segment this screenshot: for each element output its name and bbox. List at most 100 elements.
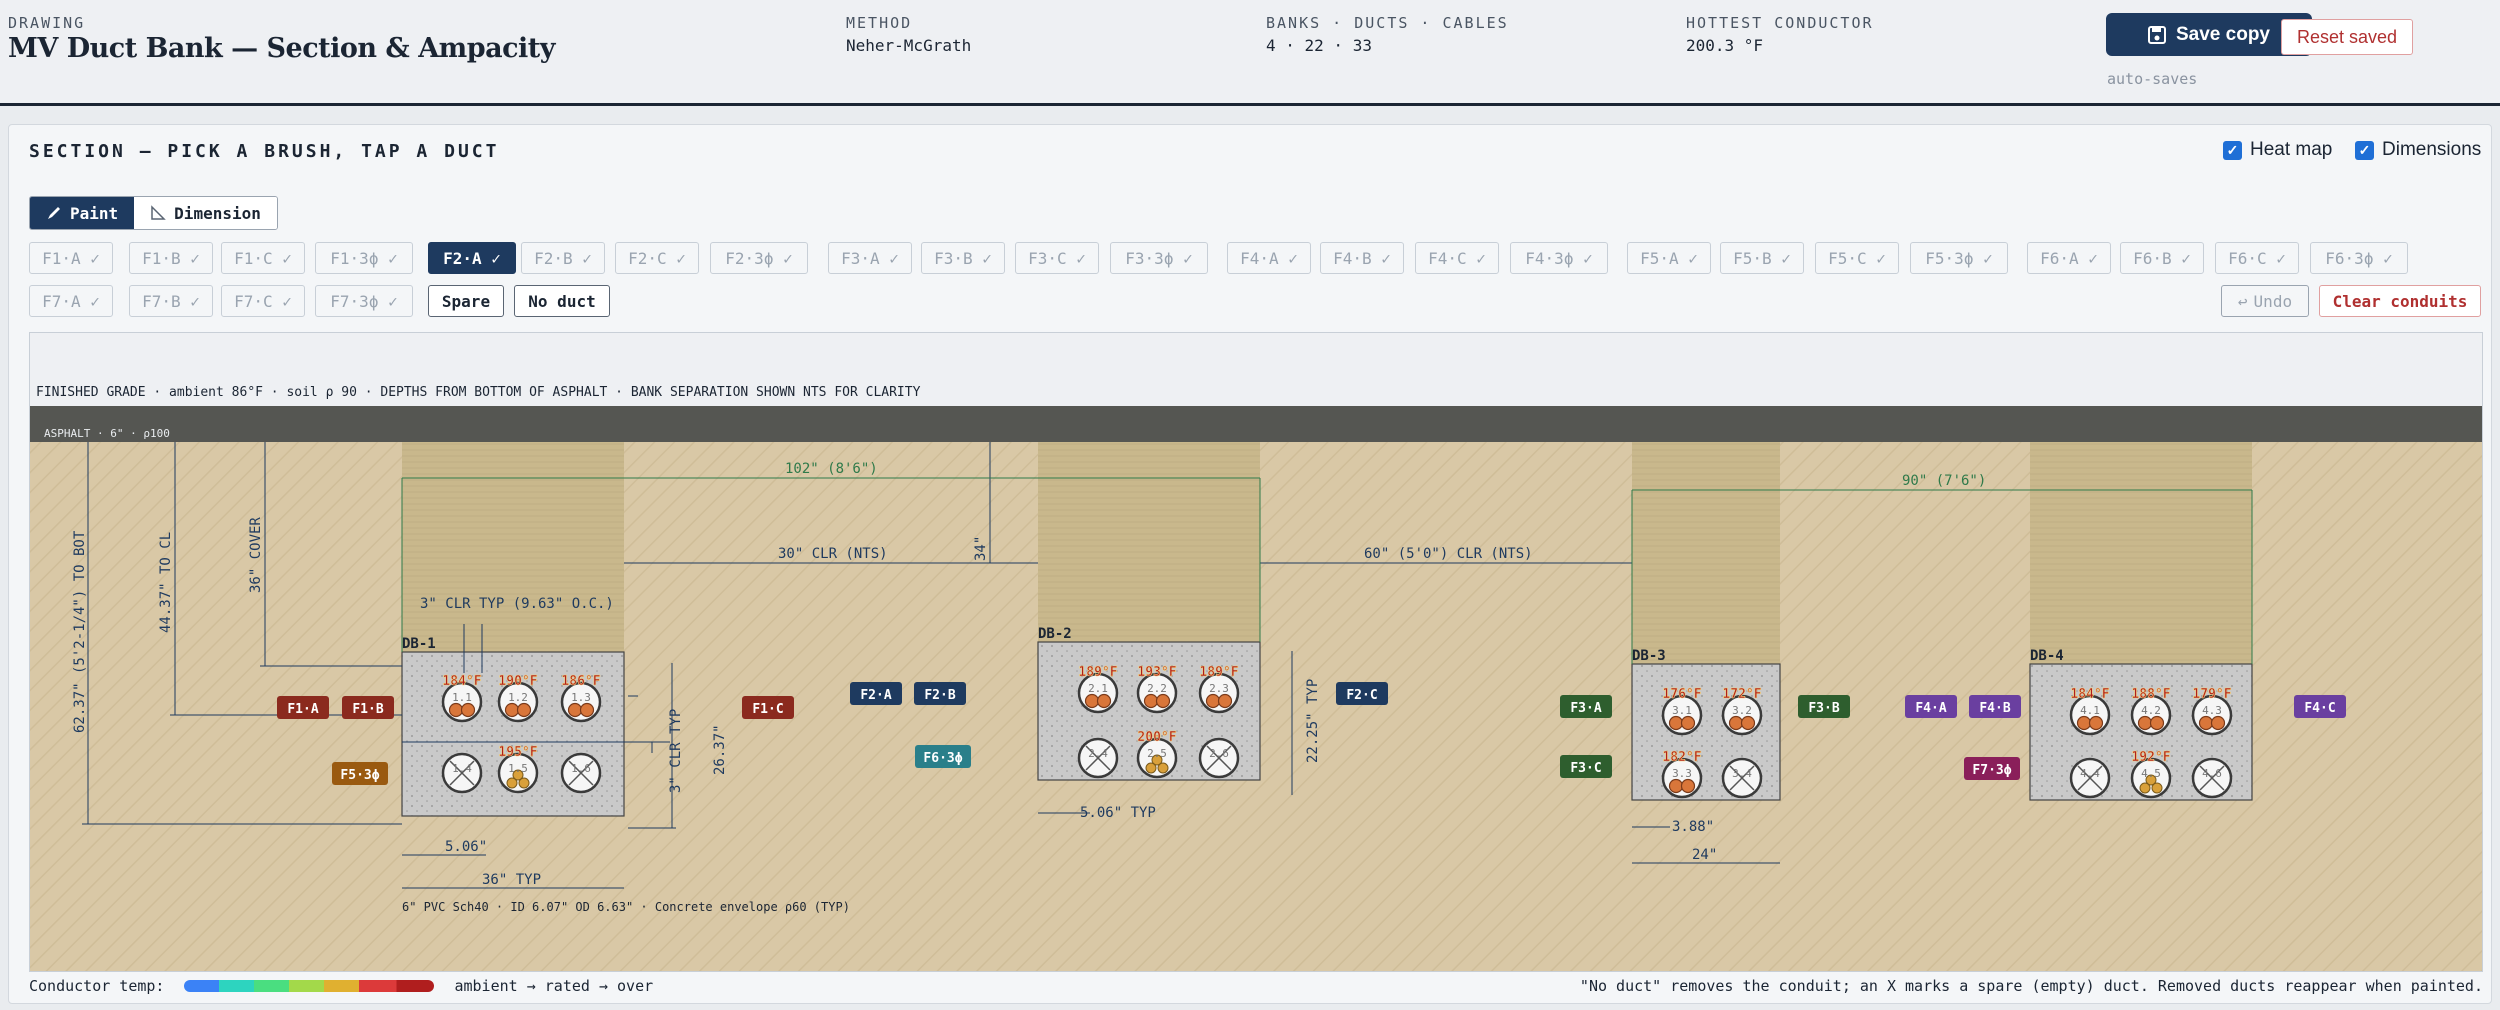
brush-f4-c-[interactable]: F4·C ✓ [1415,242,1499,274]
circuit-tag-f4-c[interactable]: F4·C [2294,695,2346,718]
brush-f5-a-[interactable]: F5·A ✓ [1627,242,1711,274]
brush-f6-a-[interactable]: F6·A ✓ [2027,242,2111,274]
brush-spare[interactable]: Spare [428,285,504,317]
heatmap-toggle[interactable]: ✓ Heat map [2223,139,2332,161]
brush-f5-3-[interactable]: F5·3ϕ ✓ [1910,242,2008,274]
circuit-tag-f2-c[interactable]: F2·C [1336,682,1388,705]
circuit-tag-f5-3-[interactable]: F5·3ϕ [332,762,388,785]
brush-f1-b-[interactable]: F1·B ✓ [129,242,213,274]
temperature-gradient-bar [184,980,435,992]
duct-1-6[interactable]: 1.6 [560,752,602,794]
checkbox-checked-icon[interactable]: ✓ [2355,140,2374,160]
brush-f4-3-[interactable]: F4·3ϕ ✓ [1510,242,1608,274]
duct-3-3[interactable]: 3.3 182°F [1661,750,1703,799]
counts-label: BANKS · DUCTS · CABLES [1266,14,1509,32]
duct-2-2[interactable]: 2.2 193°F [1136,665,1178,714]
brush-f3-3-[interactable]: F3·3ϕ ✓ [1110,242,1208,274]
method-value: Neher-McGrath [846,36,972,55]
circuit-tag-f3-c[interactable]: F3·C [1560,755,1612,778]
brush-f1-c-[interactable]: F1·C ✓ [221,242,305,274]
undo-button[interactable]: ↩ Undo [2221,285,2309,317]
duct-number: 1.2 [508,691,528,704]
duct-2-1[interactable]: 2.1 189°F [1077,665,1119,714]
duct-1-4[interactable]: 1.4 [441,752,483,794]
duct-number: 2.3 [1209,682,1229,695]
section-title: SECTION — PICK A BRUSH, TAP A DUCT [29,141,500,162]
legend-scale: ambient → rated → over [454,977,654,995]
duct-number: 3.1 [1672,704,1692,717]
duct-3-1[interactable]: 3.1 176°F [1661,687,1703,736]
circuit-tag-f4-b[interactable]: F4·B [1969,695,2021,718]
asphalt-layer [30,406,2482,442]
brush-icon [48,207,60,219]
circuit-tag-f1-a[interactable]: F1·A [277,696,329,719]
conductor-temp: 193°F [1137,665,1176,680]
pvc-note: 6" PVC Sch40 · ID 6.07" OD 6.63" · Concr… [402,900,850,914]
brush-f6-3-[interactable]: F6·3ϕ ✓ [2310,242,2408,274]
brush-f6-c-[interactable]: F6·C ✓ [2215,242,2299,274]
brush-f1-a-[interactable]: F1·A ✓ [29,242,113,274]
brush-f2-3-[interactable]: F2·3ϕ ✓ [710,242,808,274]
duct-3-4[interactable]: 3.4 [1721,757,1763,799]
mode-switch: Paint Dimension [29,196,278,230]
checkbox-checked-icon[interactable]: ✓ [2223,140,2242,160]
reset-saved-button[interactable]: Reset saved [2281,19,2413,55]
circuit-tag-f2-b[interactable]: F2·B [914,682,966,705]
clear-conduits-button[interactable]: Clear conduits [2319,285,2481,317]
duct-number: 4.2 [2141,704,2161,717]
circuit-tag-f3-a[interactable]: F3·A [1560,695,1612,718]
duct-1-5[interactable]: 1.5 195°F [497,745,539,794]
duct-2-3[interactable]: 2.3 189°F [1198,665,1240,714]
brush-f5-b-[interactable]: F5·B ✓ [1720,242,1804,274]
brush-f2-b-[interactable]: F2·B ✓ [521,242,605,274]
circuit-tag-f1-c[interactable]: F1·C [742,696,794,719]
duct-4-4[interactable]: 4.4 [2069,757,2111,799]
brush-f7-a-[interactable]: F7·A ✓ [29,285,113,317]
legend-note: "No duct" removes the conduit; an X mark… [1579,977,2483,995]
brush-f4-b-[interactable]: F4·B ✓ [1320,242,1404,274]
duct-4-3[interactable]: 4.3 179°F [2191,687,2233,736]
brush-f6-b-[interactable]: F6·B ✓ [2120,242,2204,274]
brush-f1-3-[interactable]: F1·3ϕ ✓ [315,242,413,274]
brush-f3-a-[interactable]: F3·A ✓ [828,242,912,274]
brush-f5-c-[interactable]: F5·C ✓ [1815,242,1899,274]
duct-1-3[interactable]: 1.3 186°F [560,674,602,723]
brush-no-duct[interactable]: No duct [514,285,610,317]
circuit-tag-label: F2·B [924,688,955,703]
dimension-mode-button[interactable]: Dimension [134,197,277,229]
circuit-tag-f1-b[interactable]: F1·B [342,696,394,719]
conductor-temp: 186°F [561,674,600,689]
duct-4-5[interactable]: 4.5 192°F [2130,750,2172,799]
duct-4-6[interactable]: 4.6 [2191,757,2233,799]
duct-2-6[interactable]: 2.6 [1198,737,1240,779]
dimension-mode-label: Dimension [174,203,261,223]
db-1-label: DB-1 [402,636,436,652]
paint-mode-button[interactable]: Paint [30,197,135,229]
circuit-tag-f4-a[interactable]: F4·A [1905,695,1957,718]
duct-number: 4.4 [2080,767,2100,780]
circuit-tag-f2-a[interactable]: F2·A [850,682,902,705]
duct-2-4[interactable]: 2.4 [1077,737,1119,779]
duct-number: 1.5 [508,762,528,775]
duct-2-5[interactable]: 2.5 200°F [1136,730,1178,779]
dim-w-506-typ: 5.06" TYP [1080,805,1156,821]
save-copy-label: Save copy [2176,23,2270,45]
duct-4-2[interactable]: 4.2 188°F [2130,687,2172,736]
brush-f2-c-[interactable]: F2·C ✓ [615,242,699,274]
dimensions-toggle[interactable]: ✓ Dimensions [2355,139,2481,161]
duct-1-2[interactable]: 1.2 190°F [497,674,539,723]
brush-f7-3-[interactable]: F7·3ϕ ✓ [315,285,413,317]
brush-f3-c-[interactable]: F3·C ✓ [1015,242,1099,274]
brush-f2-a-[interactable]: F2·A ✓ [428,242,516,274]
circuit-tag-f7-3-[interactable]: F7·3ϕ [1964,757,2020,780]
duct-3-2[interactable]: 3.2 172°F [1721,687,1763,736]
duct-1-1[interactable]: 1.1 184°F [441,674,483,723]
circuit-tag-f3-b[interactable]: F3·B [1798,695,1850,718]
brush-f3-b-[interactable]: F3·B ✓ [921,242,1005,274]
circuit-tag-f6-3-[interactable]: F6·3ϕ [915,745,971,768]
brush-f4-a-[interactable]: F4·A ✓ [1227,242,1311,274]
duct-4-1[interactable]: 4.1 184°F [2069,687,2111,736]
brush-f7-c-[interactable]: F7·C ✓ [221,285,305,317]
circuit-tag-label: F2·C [1346,688,1377,703]
brush-f7-b-[interactable]: F7·B ✓ [129,285,213,317]
